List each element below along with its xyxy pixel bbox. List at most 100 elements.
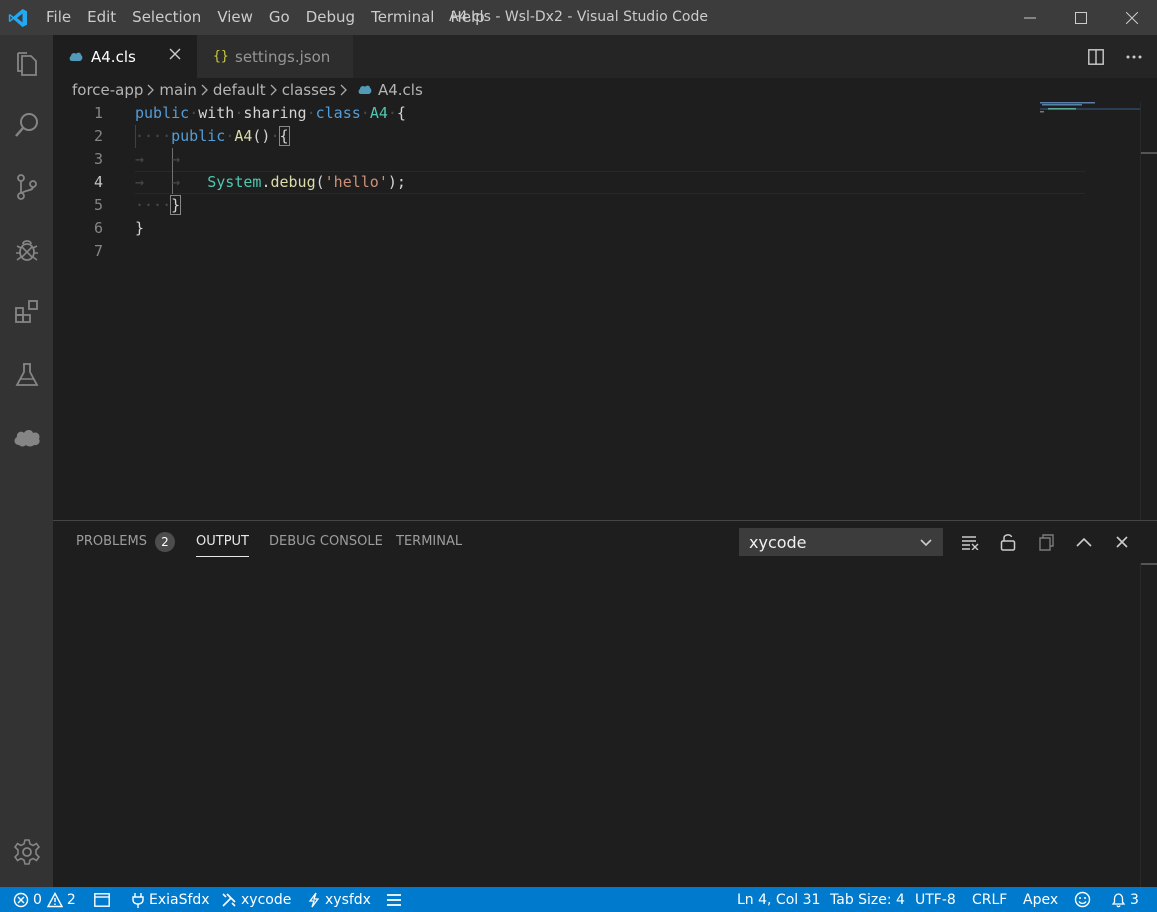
panel-tab-label: OUTPUT: [196, 534, 249, 549]
close-window-button[interactable]: [1106, 0, 1157, 35]
code-line: 1 public·with·sharing·class·A4·{: [53, 102, 1140, 125]
menu-file[interactable]: File: [38, 0, 79, 35]
lock-scroll-button[interactable]: [989, 527, 1027, 557]
minimize-icon: [1023, 17, 1036, 18]
menu-terminal[interactable]: Terminal: [363, 0, 442, 35]
toggle-panel-button[interactable]: [94, 887, 114, 912]
tab-size[interactable]: Tab Size: 4: [830, 887, 905, 912]
language-mode[interactable]: Apex: [1023, 887, 1058, 912]
bug-icon: [15, 240, 38, 261]
menu-go[interactable]: Go: [261, 0, 298, 35]
breadcrumb-item[interactable]: main: [159, 81, 196, 99]
testing-button[interactable]: [0, 350, 53, 400]
more-actions-button[interactable]: [1115, 55, 1153, 59]
extensions-icon: [14, 300, 38, 323]
explorer-button[interactable]: [0, 39, 53, 89]
close-tab-button[interactable]: [169, 45, 181, 64]
plug-icon: [132, 892, 144, 908]
feedback-button[interactable]: [1074, 887, 1095, 912]
code-token: {: [396, 104, 406, 122]
extensions-button[interactable]: [0, 287, 53, 337]
code-token: A4: [369, 104, 388, 122]
manage-button[interactable]: [0, 827, 53, 877]
code-token: {: [278, 126, 290, 146]
menu-debug[interactable]: Debug: [298, 0, 363, 35]
maximize-button[interactable]: [1055, 0, 1106, 35]
menu-edit[interactable]: Edit: [79, 0, 124, 35]
status-bar: 0 2 ExiaSfdx xycode xysfdx Ln 4, Col 31 …: [0, 887, 1157, 912]
panel-tab-label: TERMINAL: [396, 534, 463, 549]
tab-label: settings.json: [235, 47, 331, 66]
xycode-label: xycode: [241, 891, 292, 908]
close-panel-button[interactable]: [1103, 527, 1141, 557]
breadcrumb-item[interactable]: force-app: [72, 81, 143, 99]
vscode-logo-icon: [2, 0, 34, 35]
editor-tabs: A4.cls {} settings.json: [53, 35, 1157, 78]
tab-debug-console[interactable]: DEBUG CONSOLE: [269, 521, 383, 563]
menu-help[interactable]: Help: [442, 0, 492, 35]
org-status[interactable]: ExiaSfdx: [131, 887, 210, 912]
code-line: 4 → → System.debug('hello');: [53, 171, 1140, 194]
tools-icon: [222, 892, 236, 907]
lightning-icon: [308, 892, 320, 907]
minimize-button[interactable]: [1004, 0, 1055, 35]
json-file-icon: {}: [213, 49, 229, 64]
bottom-panel: PROBLEMS 2 OUTPUT DEBUG CONSOLE TERMINAL …: [53, 520, 1157, 888]
output-channel-value: xycode: [749, 532, 807, 552]
smiley-icon: [1074, 891, 1091, 908]
xycode-status[interactable]: xycode: [221, 887, 291, 912]
debug-button[interactable]: [0, 225, 53, 275]
maximize-panel-button[interactable]: [1065, 527, 1103, 557]
salesforce-button[interactable]: [0, 412, 53, 462]
split-editor-button[interactable]: [1077, 48, 1115, 65]
breadcrumb-item[interactable]: A4.cls: [378, 81, 423, 99]
chevron-right-icon: [147, 84, 155, 96]
output-channel-select[interactable]: xycode: [739, 528, 943, 556]
window-icon: [94, 892, 110, 907]
list-icon: [387, 893, 401, 906]
line-number: 5: [93, 196, 103, 214]
xysfdx-status[interactable]: xysfdx: [307, 887, 371, 912]
code-token: public: [171, 127, 226, 145]
problems-status[interactable]: 0 2: [13, 887, 76, 912]
search-button[interactable]: [0, 100, 53, 150]
chevron-right-icon: [201, 84, 209, 96]
error-icon: [13, 892, 29, 907]
tab-a4-cls[interactable]: A4.cls: [53, 35, 197, 78]
close-icon: [1125, 11, 1138, 24]
breadcrumb-item[interactable]: classes: [282, 81, 336, 99]
chevron-right-icon: [340, 84, 348, 96]
files-icon: [16, 52, 37, 76]
menu-view[interactable]: View: [209, 0, 261, 35]
minimap[interactable]: [1040, 102, 1140, 520]
notifications-button[interactable]: 3: [1111, 887, 1139, 912]
code-token: );: [387, 173, 406, 191]
menu-status-button[interactable]: [386, 887, 406, 912]
apex-file-icon: [358, 84, 372, 96]
tab-output[interactable]: OUTPUT: [196, 521, 249, 563]
window-controls: [1004, 0, 1157, 35]
chevron-right-icon: [270, 84, 278, 96]
tab-problems[interactable]: PROBLEMS 2: [76, 521, 175, 563]
menu-selection[interactable]: Selection: [124, 0, 209, 35]
code-line: 6 }: [53, 217, 1140, 240]
clear-output-button[interactable]: [951, 527, 989, 557]
encoding[interactable]: UTF-8: [915, 887, 956, 912]
clear-all-icon: [962, 536, 979, 550]
tab-settings-json[interactable]: {} settings.json: [197, 35, 353, 78]
cursor-position[interactable]: Ln 4, Col 31: [737, 887, 820, 912]
line-number: 3: [93, 150, 103, 168]
code-editor[interactable]: 1 public·with·sharing·class·A4·{ 2 ····p…: [53, 102, 1140, 520]
panel-actions: [951, 527, 1141, 557]
tab-terminal[interactable]: TERMINAL: [396, 521, 462, 563]
line-ending[interactable]: CRLF: [972, 887, 1007, 912]
panel-scrollbar[interactable]: [1140, 563, 1157, 888]
problems-count-badge: 2: [154, 531, 175, 552]
code-token: with: [198, 104, 235, 122]
open-log-button[interactable]: [1027, 527, 1065, 557]
source-control-button[interactable]: [0, 162, 53, 212]
code-token: debug: [270, 173, 316, 191]
breadcrumb-item[interactable]: default: [213, 81, 266, 99]
notification-count: 3: [1130, 891, 1139, 908]
editor-scrollbar[interactable]: [1140, 102, 1157, 520]
